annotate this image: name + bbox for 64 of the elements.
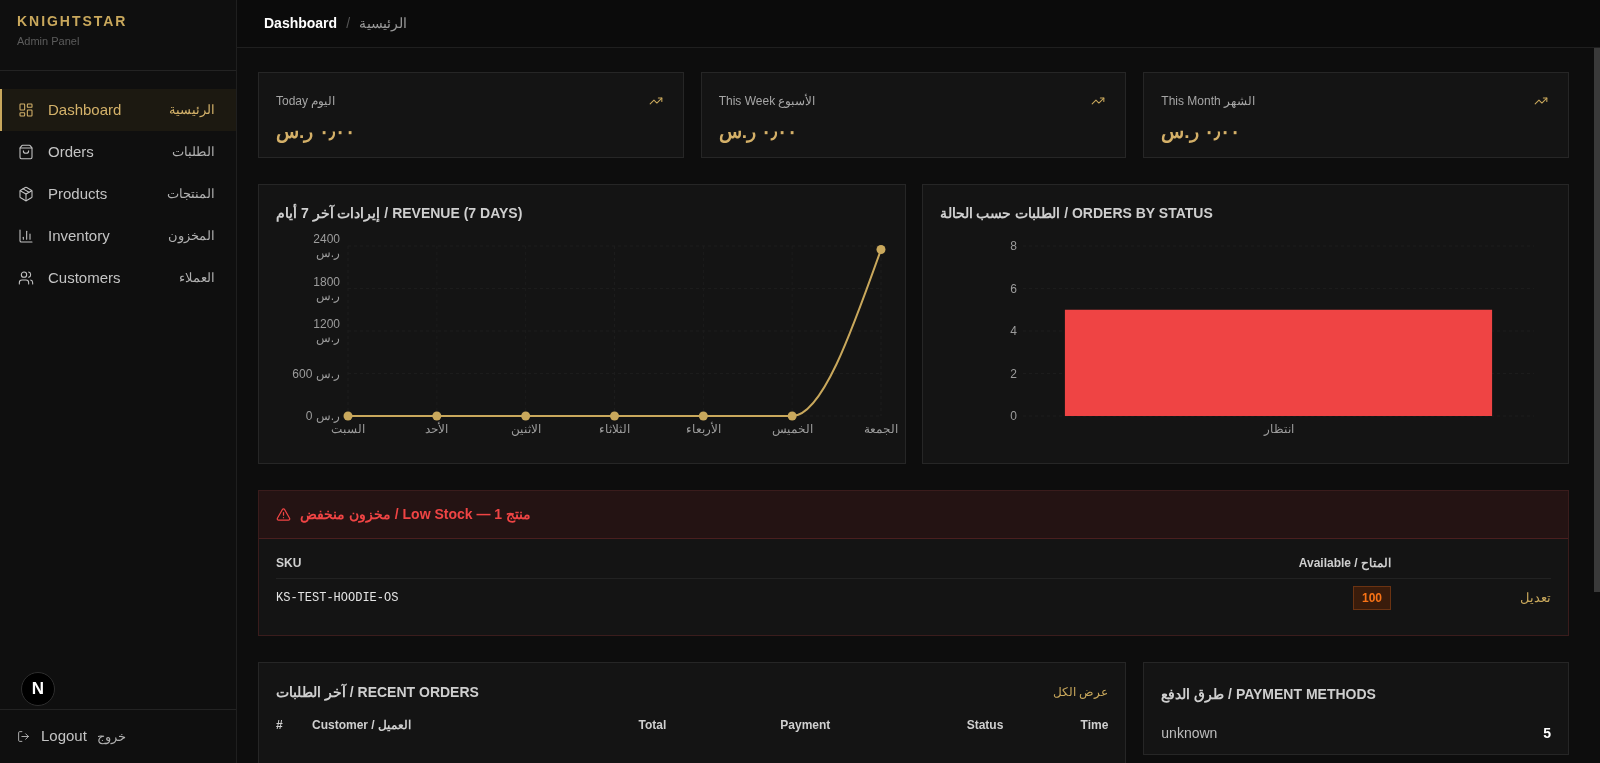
axis-label: الأحد [425,422,449,436]
alert-title: مخزون منخفض / Low Stock — منتج 1 [300,505,532,525]
logout-icon [17,730,30,743]
axis-label: 2 [1009,366,1017,381]
breadcrumb-current: Dashboard [264,14,338,33]
warning-icon [276,507,291,522]
edit-link[interactable]: تعديل [1520,588,1551,608]
column-header: SKU [276,554,302,572]
card-title: طرق الدفع / PAYMENT METHODS [1161,686,1376,702]
scrollbar-thumb[interactable] [1594,48,1600,592]
axis-label: انتظار [1263,422,1293,436]
shopping-bag-icon [18,144,34,160]
data-point [698,411,708,421]
brand-subtitle: Admin Panel [17,34,80,48]
data-point [787,411,797,421]
column-header: Total [638,717,667,734]
stat-value: ٠٫٠٠ ر.س [1161,120,1240,145]
data-point [343,411,353,421]
axis-label: 0 [1009,409,1017,423]
column-header: Payment [780,717,831,734]
column-header: Customer / العميل [312,717,411,734]
stat-value: ٠٫٠٠ ر.س [276,120,355,145]
stat-label: Today اليوم [276,93,336,109]
axis-label: 8 [1009,239,1017,253]
axis-label: 1800 ر.س [312,274,340,303]
axis-label: السبت [331,422,365,436]
stat-label: This Week الأسبوع [718,93,816,109]
box-icon [18,186,34,202]
axis-label: 1200 ر.س [312,317,340,345]
brand-name: KNIGHTSTAR [17,12,128,30]
data-point [876,245,886,255]
stat-label: This Month الشهر [1161,93,1256,109]
column-header: Time [1080,717,1109,734]
axis-label: الاثنين [510,422,541,436]
axis-label: 6 [1009,281,1017,296]
card-title: إيرادات آخر 7 أيام / REVENUE (7 DAYS) [276,203,523,223]
axis-label: الثلاثاء [599,422,630,436]
axis-label: 2400 ر.س [312,232,340,260]
card-title: آخر الطلبات / RECENT ORDERS [276,682,479,702]
stock-count-badge: 100 [1352,586,1391,610]
column-header: Status [966,717,1004,734]
data-point [432,411,442,421]
dev-indicator-button[interactable]: N [21,672,55,706]
card-title: الطلبات حسب الحالة / ORDERS BY STATUS [939,204,1213,223]
grid-icon [18,102,34,118]
axis-label: 4 [1009,324,1017,338]
users-icon [18,270,34,286]
bar-chart-icon [18,228,34,244]
axis-label: 0 ر.س [304,409,340,423]
axis-label: الخميس [771,422,813,436]
breadcrumb-separator: / [346,14,350,33]
stat-value: ٠٫٠٠ ر.س [718,120,798,145]
view-all-link[interactable]: عرض الكل [1053,683,1109,701]
sku-cell-text: KS-TEST-HOODIE-OS [276,590,399,607]
axis-label: 600 ر.س [291,366,340,381]
axis-label: الأربعاء [685,422,721,436]
payment-method-count: 5 [1543,724,1551,743]
payment-method-name: unknown [1161,724,1218,743]
breadcrumb-current-arabic: الرئيسية [359,14,407,34]
data-point [610,411,619,421]
column-header: Available / المتاح [1298,554,1391,572]
column-header: # [276,717,283,734]
data-point [521,411,531,421]
axis-label: الجمعة [864,422,898,436]
